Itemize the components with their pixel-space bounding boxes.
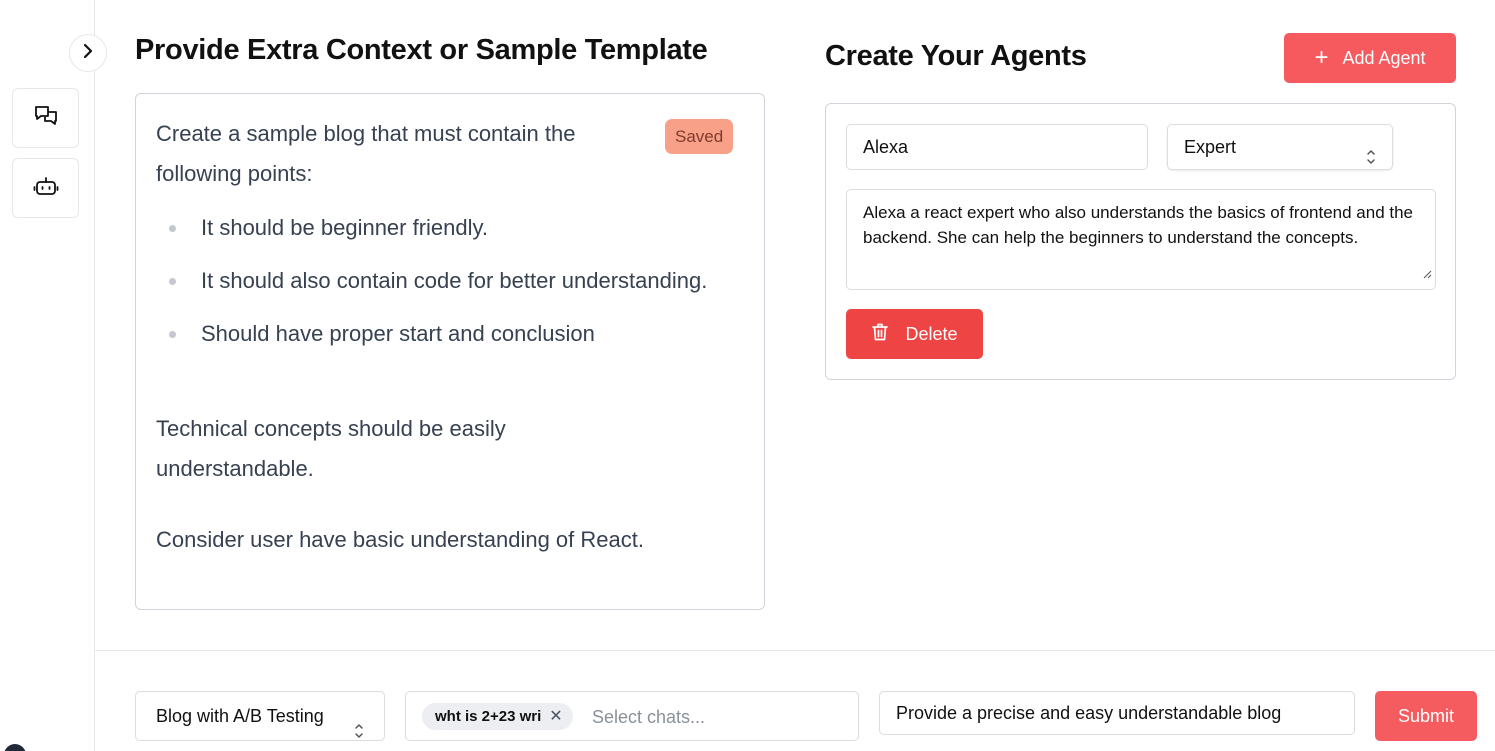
- agent-card: Alexa Expert Alexa a react expert who al…: [825, 103, 1456, 380]
- chevron-up-down-icon: [354, 709, 364, 751]
- context-intro-text: Create a sample blog that must contain t…: [156, 121, 576, 186]
- chevron-up-down-icon: [1366, 138, 1376, 182]
- chip-label: wht is 2+23 wri: [435, 708, 542, 725]
- delete-label: Delete: [905, 323, 958, 344]
- list-item: It should be beginner friendly.: [156, 211, 716, 245]
- context-title: Provide Extra Context or Sample Template: [135, 34, 708, 66]
- context-bullet-list: It should be beginner friendly. It shoul…: [156, 211, 716, 370]
- sidebar: [0, 0, 95, 751]
- list-item: Should have proper start and conclusion: [156, 317, 716, 351]
- resize-handle-icon[interactable]: [1423, 261, 1432, 286]
- sidebar-toggle-button[interactable]: [69, 34, 107, 72]
- context-editor[interactable]: Create a sample blog that must contain t…: [135, 93, 765, 610]
- saved-status-badge: Saved: [665, 119, 734, 154]
- chat-multiselect[interactable]: wht is 2+23 wri ✕ Select chats...: [405, 691, 859, 741]
- agent-description-textarea[interactable]: Alexa a react expert who also understand…: [846, 189, 1436, 290]
- add-agent-button[interactable]: + Add Agent: [1284, 33, 1456, 83]
- delete-agent-button[interactable]: Delete: [846, 309, 983, 359]
- agents-title: Create Your Agents: [825, 40, 1087, 72]
- chat-nav-button[interactable]: [12, 88, 79, 148]
- close-icon[interactable]: ✕: [549, 703, 562, 730]
- agents-nav-button[interactable]: [12, 158, 79, 218]
- trash-icon: [871, 322, 889, 347]
- list-item: It should also contain code for better u…: [156, 264, 716, 298]
- selected-chat-chip: wht is 2+23 wri ✕: [422, 703, 573, 730]
- template-select[interactable]: Blog with A/B Testing: [135, 691, 385, 741]
- agent-description-text: Alexa a react expert who also understand…: [863, 203, 1414, 247]
- robot-icon: [33, 173, 59, 204]
- prompt-input[interactable]: Provide a precise and easy understandabl…: [879, 691, 1355, 735]
- user-avatar[interactable]: [4, 744, 26, 751]
- agent-name-input[interactable]: Alexa: [846, 124, 1148, 170]
- template-select-value: Blog with A/B Testing: [156, 706, 324, 726]
- agent-role-select[interactable]: Expert: [1167, 124, 1393, 170]
- chat-select-placeholder[interactable]: Select chats...: [592, 704, 705, 730]
- bottom-divider: [95, 650, 1495, 651]
- plus-icon: +: [1314, 44, 1329, 71]
- context-paragraph: Technical concepts should be easily unde…: [156, 416, 506, 481]
- chevron-right-icon: [81, 43, 95, 64]
- context-paragraph: Consider user have basic understanding o…: [156, 527, 644, 552]
- agent-role-value: Expert: [1184, 137, 1237, 157]
- chat-bubbles-icon: [33, 103, 59, 134]
- submit-button[interactable]: Submit: [1375, 691, 1477, 741]
- add-agent-label: Add Agent: [1342, 47, 1426, 68]
